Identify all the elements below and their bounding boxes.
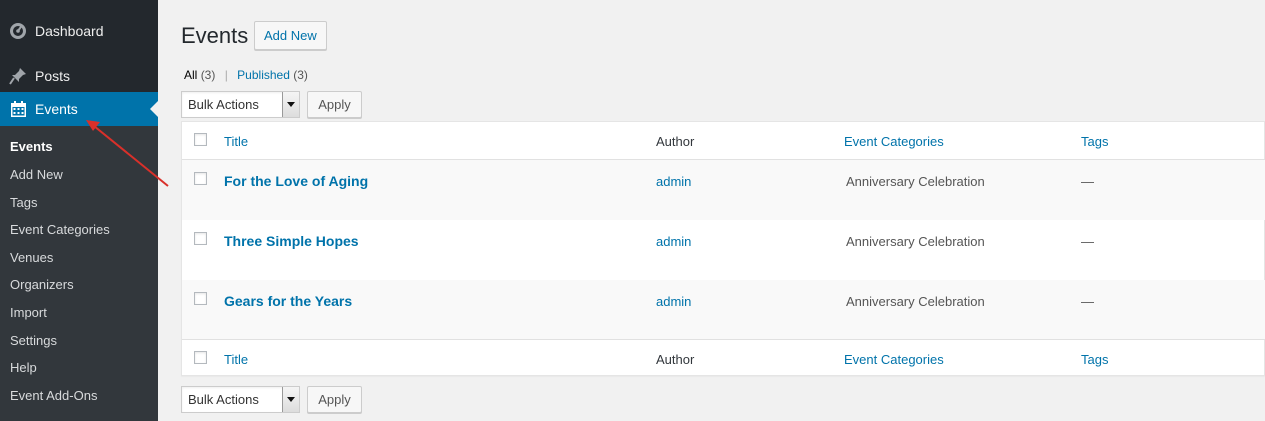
event-category[interactable]: Anniversary Celebration: [846, 234, 985, 249]
bulk-actions-label-bottom: Bulk Actions: [188, 392, 259, 407]
menu-posts-label: Posts: [35, 68, 71, 84]
event-category[interactable]: Anniversary Celebration: [846, 294, 985, 309]
event-title-link[interactable]: Gears for the Years: [224, 293, 352, 309]
submenu-add-new[interactable]: Add New: [10, 165, 63, 185]
table-row: Gears for the Years admin Anniversary Ce…: [182, 280, 1265, 340]
column-author: Author: [656, 134, 695, 149]
column-title[interactable]: Title: [224, 134, 248, 149]
row-checkbox[interactable]: [194, 292, 207, 305]
dashboard-icon: [8, 21, 28, 41]
event-title-link[interactable]: Three Simple Hopes: [224, 233, 359, 249]
bulk-actions-label: Bulk Actions: [188, 97, 259, 112]
submenu-help[interactable]: Help: [10, 358, 37, 378]
table-header: Title Author Event Categories Tags: [182, 122, 1265, 160]
main-content: Events Add New All (3) | Published (3) B…: [158, 0, 1265, 421]
bulk-actions-select-bottom[interactable]: Bulk Actions: [181, 386, 300, 413]
filter-all-count: (3): [200, 68, 216, 82]
apply-button-top[interactable]: Apply: [307, 91, 362, 118]
column-title-footer[interactable]: Title: [224, 352, 248, 367]
events-submenu: Events Add New Tags Event Categories Ven…: [0, 126, 158, 421]
add-new-button[interactable]: Add New: [254, 21, 327, 50]
table-row: For the Love of Aging admin Anniversary …: [182, 160, 1265, 220]
chevron-down-icon: [282, 92, 299, 117]
menu-posts[interactable]: Posts: [0, 59, 158, 93]
admin-sidebar: Dashboard Posts Events Events Add New Ta…: [0, 0, 158, 421]
table-footer: Title Author Event Categories Tags: [182, 339, 1265, 376]
column-tags[interactable]: Tags: [1081, 134, 1108, 149]
author-link[interactable]: admin: [656, 234, 691, 249]
events-table: Title Author Event Categories Tags For t…: [181, 121, 1265, 376]
menu-dashboard[interactable]: Dashboard: [0, 14, 158, 48]
calendar-icon: [8, 99, 28, 119]
event-tags: —: [1081, 174, 1094, 189]
author-link[interactable]: admin: [656, 174, 691, 189]
submenu-tags[interactable]: Tags: [10, 193, 37, 213]
pin-icon: [8, 66, 28, 86]
column-author-footer: Author: [656, 352, 695, 367]
bulk-actions-select-top[interactable]: Bulk Actions: [181, 91, 300, 118]
status-filters: All (3) | Published (3): [184, 68, 308, 82]
menu-dashboard-label: Dashboard: [35, 23, 104, 39]
table-row: Three Simple Hopes admin Anniversary Cel…: [182, 220, 1265, 280]
menu-events[interactable]: Events: [0, 92, 158, 126]
column-tags-footer[interactable]: Tags: [1081, 352, 1108, 367]
submenu-settings[interactable]: Settings: [10, 331, 57, 351]
row-checkbox[interactable]: [194, 172, 207, 185]
chevron-down-icon: [282, 387, 299, 412]
filter-all[interactable]: All: [184, 68, 197, 82]
filter-published-count: (3): [293, 68, 308, 82]
submenu-import[interactable]: Import: [10, 303, 47, 323]
event-tags: —: [1081, 234, 1094, 249]
current-menu-arrow: [150, 101, 158, 117]
event-category[interactable]: Anniversary Celebration: [846, 174, 985, 189]
row-checkbox[interactable]: [194, 232, 207, 245]
event-title-link[interactable]: For the Love of Aging: [224, 173, 368, 189]
submenu-events[interactable]: Events: [10, 137, 53, 157]
submenu-event-categories[interactable]: Event Categories: [10, 220, 110, 240]
apply-button-bottom[interactable]: Apply: [307, 386, 362, 413]
event-tags: —: [1081, 294, 1094, 309]
submenu-organizers[interactable]: Organizers: [10, 275, 74, 295]
filter-published[interactable]: Published: [237, 68, 290, 82]
author-link[interactable]: admin: [656, 294, 691, 309]
column-event-categories[interactable]: Event Categories: [844, 134, 944, 149]
select-all-checkbox[interactable]: [194, 133, 207, 146]
menu-events-label: Events: [35, 101, 78, 117]
submenu-venues[interactable]: Venues: [10, 248, 53, 268]
submenu-event-add-ons[interactable]: Event Add-Ons: [10, 386, 97, 406]
filter-separator: |: [224, 68, 228, 82]
column-event-categories-footer[interactable]: Event Categories: [844, 352, 944, 367]
page-title: Events: [181, 23, 249, 48]
select-all-checkbox-footer[interactable]: [194, 351, 207, 364]
